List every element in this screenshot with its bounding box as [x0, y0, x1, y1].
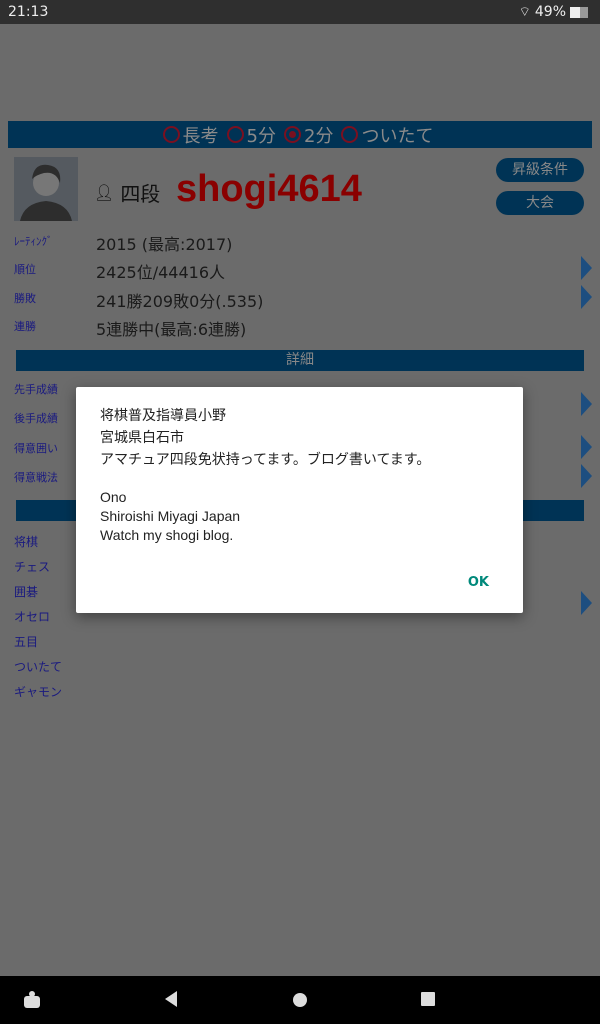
game-item[interactable]: 囲碁 [14, 583, 38, 600]
dialog-line: Shiroishi Miyagi Japan [100, 508, 241, 524]
user-icon: 👤︎ [94, 183, 115, 202]
mode-label: 2分 [304, 125, 334, 147]
mode-option-tsuitate[interactable]: ついたて [341, 122, 433, 148]
game-item[interactable]: 五目 [14, 633, 38, 650]
accessibility-icon[interactable] [22, 990, 42, 1010]
radio-selected-icon[interactable] [284, 126, 301, 143]
record-arrow-icon[interactable] [581, 285, 592, 309]
stat-label: ﾚｰﾃｨﾝｸﾞ [14, 235, 53, 248]
arrow-icon[interactable] [581, 591, 592, 615]
game-item[interactable]: ついたて [14, 658, 62, 675]
game-item[interactable]: ギャモン [14, 683, 62, 700]
back-icon[interactable] [163, 990, 179, 1008]
dialog-line: Watch my shogi blog. [100, 527, 234, 543]
rank-text: 四段 [120, 182, 161, 206]
dialog-line: 宮城県白石市 [100, 429, 184, 445]
game-item[interactable]: 将棋 [14, 533, 38, 550]
stat-value: 5連勝中(最高:6連勝) [96, 320, 247, 339]
promotion-conditions-button[interactable]: 昇級条件 [496, 158, 584, 182]
stat-value: 241勝209敗0分(.535) [96, 292, 264, 311]
detail-label: 得意囲い [14, 442, 58, 455]
home-icon[interactable] [292, 992, 308, 1008]
ok-button[interactable]: OK [468, 575, 489, 590]
rank-label: 👤︎ 四段 [94, 178, 160, 207]
stat-value: 2015 (最高:2017) [96, 235, 233, 254]
details-header: 詳細 [16, 350, 584, 371]
arrow-icon[interactable] [581, 464, 592, 488]
mode-label: 5分 [246, 125, 276, 147]
arrow-icon[interactable] [581, 392, 592, 416]
status-bar: 21:13 ⌔ 49% [0, 0, 600, 24]
avatar [14, 157, 78, 221]
stat-label: 順位 [14, 263, 36, 276]
time-control-bar: 長考 5分 2分 ついたて [8, 121, 592, 148]
mode-label: 長考 [182, 125, 219, 147]
profile-message-dialog: 将棋普及指導員小野 宮城県白石市 アマチュア四段免状持ってます。ブログ書いてます… [76, 387, 523, 613]
detail-label: 得意戦法 [14, 471, 58, 484]
radio-icon[interactable] [162, 126, 180, 143]
dialog-line: 将棋普及指導員小野 [100, 407, 226, 423]
tournament-button[interactable]: 大会 [496, 191, 584, 215]
wifi-icon: ⌔ [518, 5, 531, 20]
ranking-arrow-icon[interactable] [581, 256, 592, 280]
mode-option-2min[interactable]: 2分 [284, 122, 333, 148]
username: shogi4614 [176, 168, 362, 210]
mode-option-5min[interactable]: 5分 [226, 122, 276, 148]
detail-label: 先手成績 [14, 383, 58, 396]
dialog-line: アマチュア四段免状持ってます。ブログ書いてます。 [100, 451, 431, 467]
stat-value: 2425位/44416人 [96, 263, 226, 282]
radio-icon[interactable] [226, 126, 244, 143]
stat-label: 連勝 [14, 320, 36, 333]
recents-icon[interactable] [421, 992, 436, 1007]
navigation-bar [0, 976, 600, 1024]
game-item[interactable]: チェス [14, 558, 50, 575]
mode-option-long[interactable]: 長考 [162, 122, 219, 148]
mode-label: ついたて [361, 125, 434, 147]
dialog-line: Ono [100, 489, 127, 505]
battery-icon [570, 6, 590, 18]
detail-label: 後手成績 [14, 412, 58, 425]
arrow-icon[interactable] [581, 435, 592, 459]
radio-icon[interactable] [341, 126, 359, 143]
stat-label: 勝敗 [14, 292, 36, 305]
game-item[interactable]: オセロ [14, 608, 50, 625]
clock: 21:13 [8, 4, 49, 20]
battery-percent: 49% [534, 4, 566, 20]
